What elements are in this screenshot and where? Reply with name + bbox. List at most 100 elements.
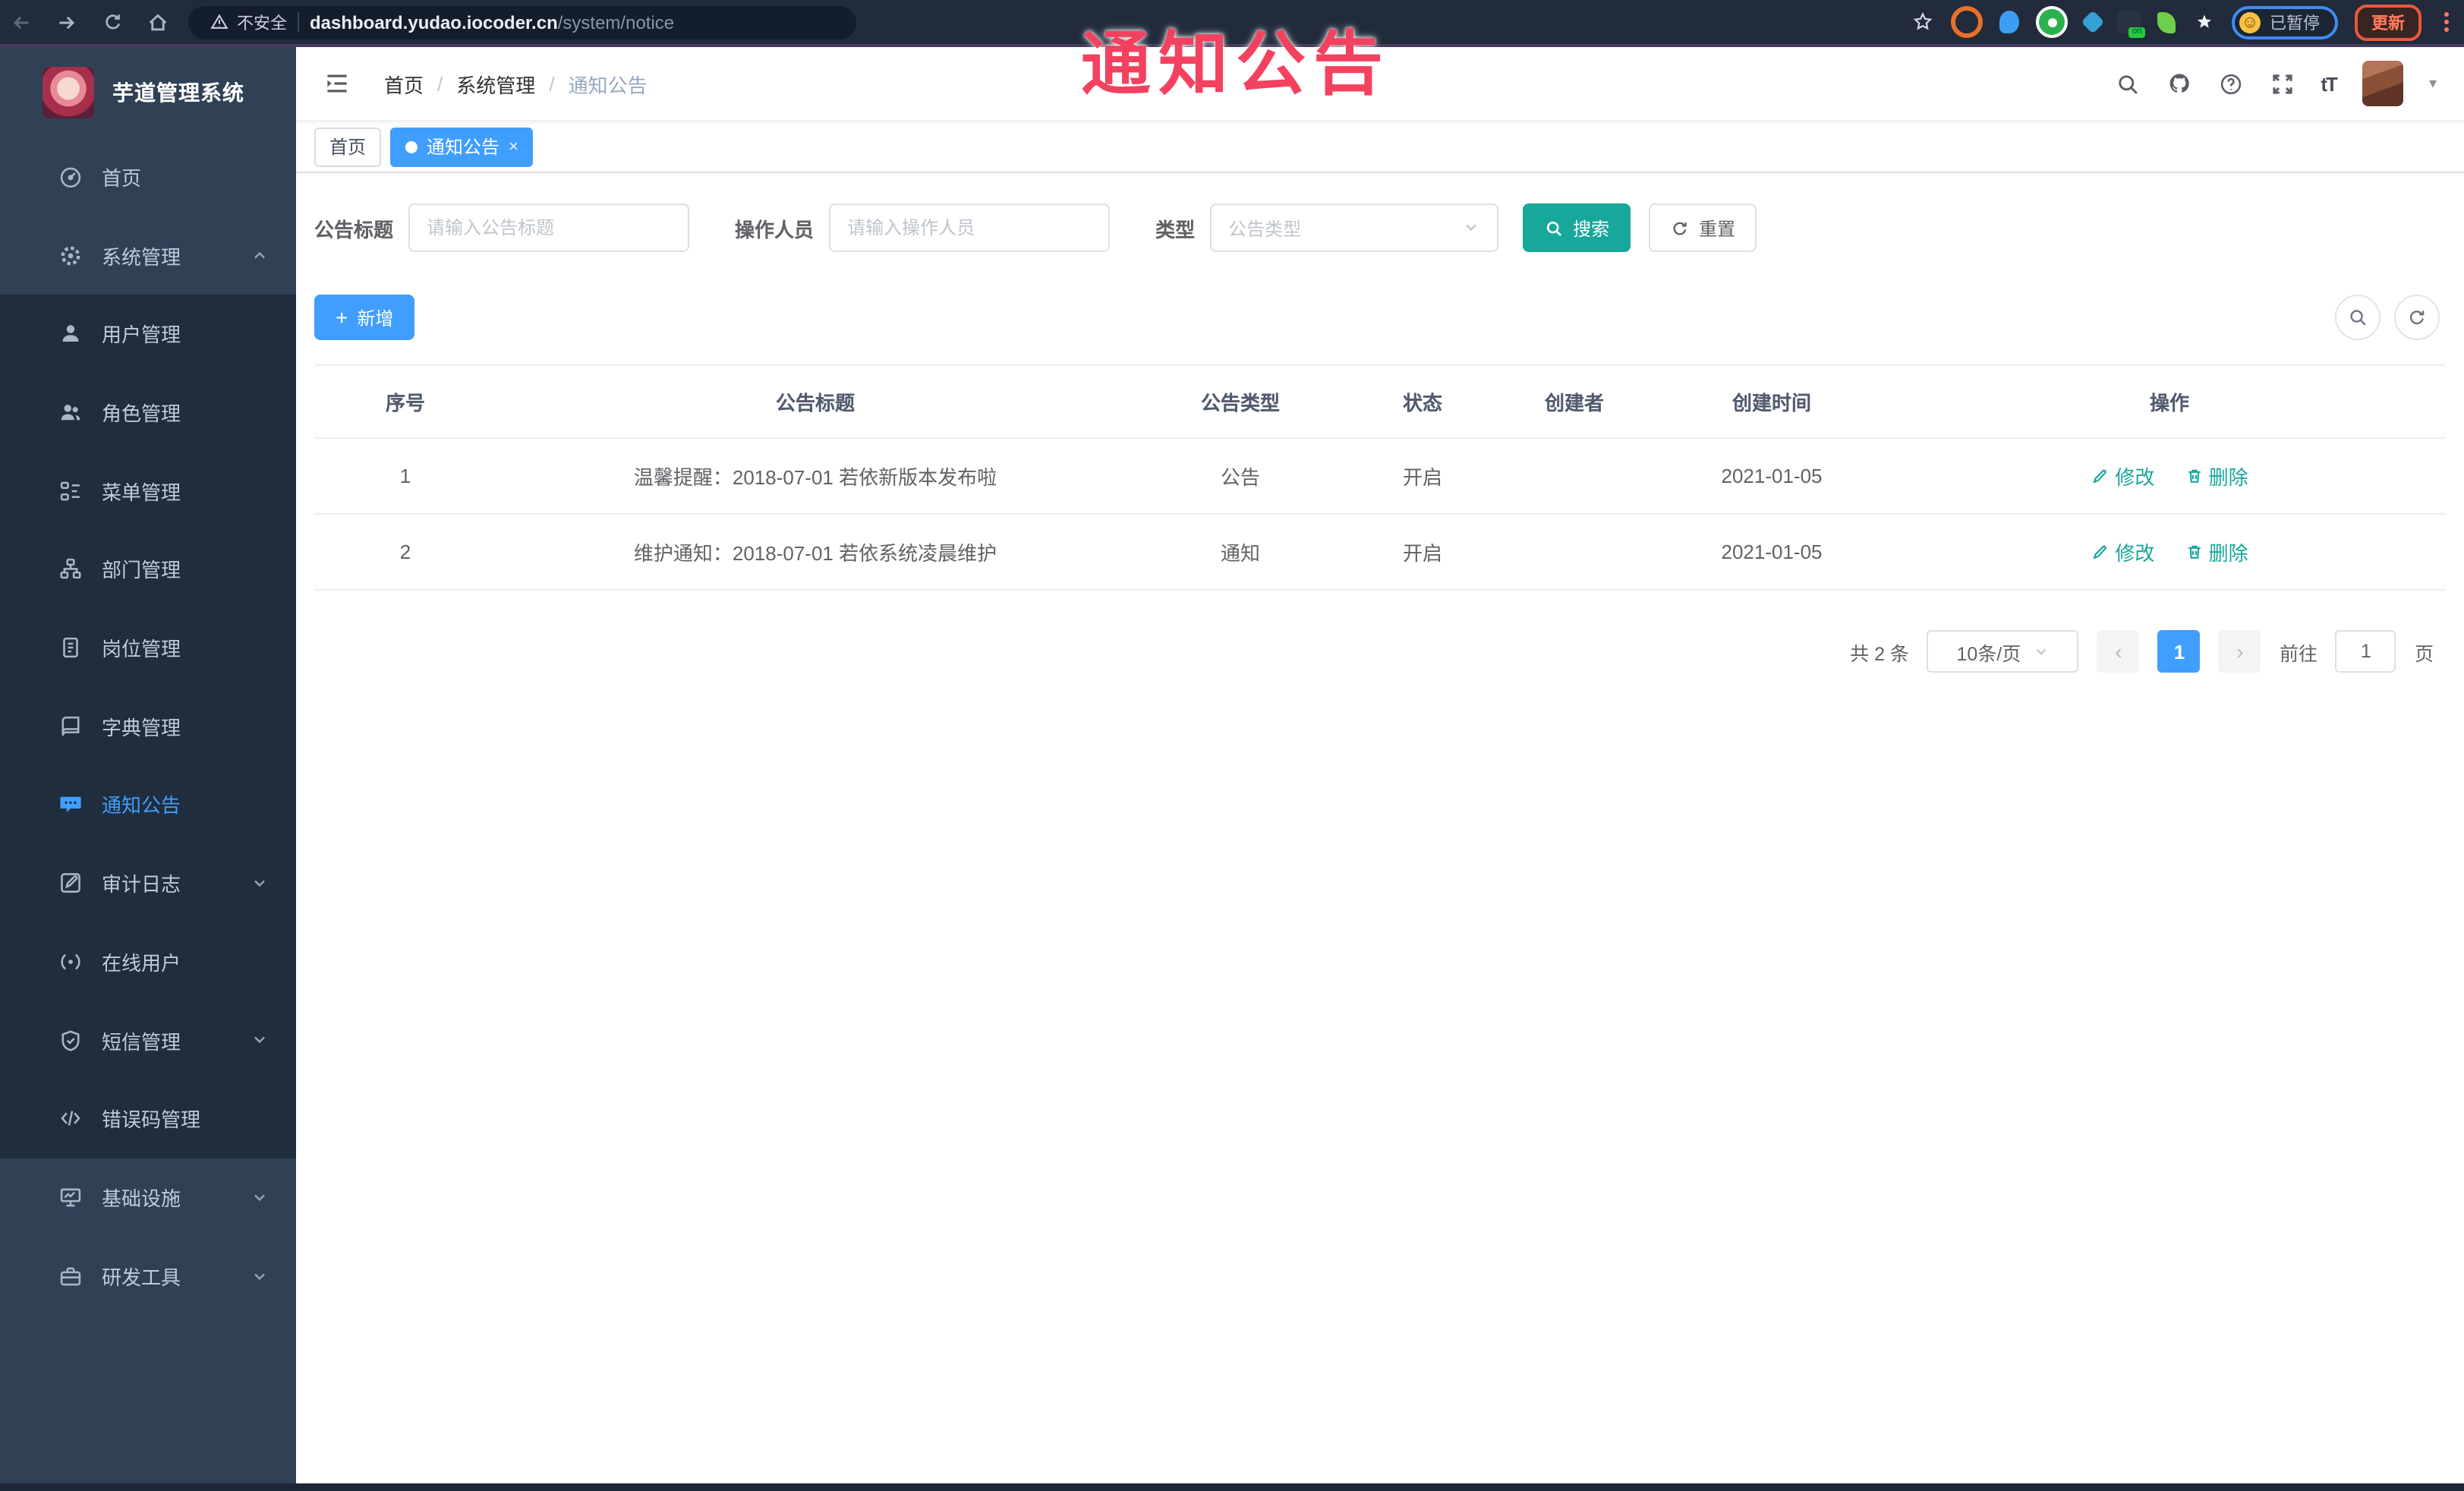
- extension-blue-pin-icon[interactable]: [1999, 11, 2019, 33]
- sidebar-collapse-icon[interactable]: [323, 70, 351, 97]
- edit-link[interactable]: 修改: [2091, 537, 2154, 566]
- tab-label: 首页: [329, 137, 367, 158]
- current-page-button[interactable]: 1: [2157, 630, 2201, 673]
- table-toolbar: + 新增: [314, 295, 2446, 340]
- extension-blue-gem-icon[interactable]: [2081, 10, 2105, 34]
- refresh-icon: [2409, 310, 2425, 325]
- update-label: 更新: [2371, 14, 2405, 33]
- reset-button-label: 重置: [1699, 218, 1736, 239]
- prev-page-button[interactable]: ‹: [2097, 630, 2140, 673]
- sidebar-item-roles[interactable]: 角色管理: [0, 373, 296, 451]
- edit-label: 修改: [2115, 542, 2155, 565]
- breadcrumb-system[interactable]: 系统管理: [456, 69, 535, 98]
- goto-page-input[interactable]: [2335, 630, 2396, 673]
- filter-form: 公告标题 操作人员 类型 公告类型 搜索: [314, 203, 2446, 252]
- browser-menu-icon[interactable]: [2444, 12, 2449, 32]
- forward-icon[interactable]: [55, 10, 79, 34]
- sidebar-item-label: 在线用户: [102, 951, 181, 975]
- cell-status: 开启: [1347, 514, 1498, 591]
- avatar[interactable]: [2362, 61, 2403, 106]
- add-button-label: 新增: [357, 307, 394, 329]
- breadcrumb-home[interactable]: 首页: [384, 69, 424, 98]
- cell-type: 公告: [1134, 438, 1347, 515]
- extension-green-leaf-icon[interactable]: [2157, 11, 2176, 33]
- next-page-button[interactable]: ›: [2218, 630, 2261, 673]
- profile-paused-chip[interactable]: ☺ 已暂停: [2232, 5, 2338, 39]
- help-icon[interactable]: [2217, 71, 2243, 96]
- toolbox-icon: [58, 1263, 83, 1289]
- type-select[interactable]: 公告类型: [1210, 203, 1499, 252]
- sidebar-item-label: 岗位管理: [102, 638, 181, 661]
- plus-icon: +: [336, 304, 348, 329]
- reload-icon[interactable]: [100, 10, 124, 34]
- app-logo-row[interactable]: 芋道管理系统: [0, 47, 296, 137]
- url-text: dashboard.yudao.iocoder.cn/system/notice: [310, 11, 674, 33]
- extension-orange-ring-icon[interactable]: [1951, 6, 1983, 38]
- extension-dark-on-icon[interactable]: on: [2118, 11, 2145, 38]
- sidebar-item-label: 错误码管理: [102, 1108, 201, 1132]
- tab-close-icon[interactable]: ×: [509, 137, 518, 156]
- sidebar-item-audit-log[interactable]: 审计日志: [0, 844, 296, 922]
- add-button[interactable]: + 新增: [314, 295, 415, 340]
- sidebar-item-error-codes[interactable]: 错误码管理: [0, 1080, 296, 1158]
- security-label: 不安全: [237, 14, 287, 33]
- font-size-icon[interactable]: tT: [2321, 72, 2338, 95]
- delete-link[interactable]: 删除: [2185, 537, 2248, 566]
- avatar-caret-icon[interactable]: ▾: [2429, 75, 2437, 92]
- sidebar-item-infrastructure[interactable]: 基础设施: [0, 1158, 296, 1237]
- operator-input[interactable]: [829, 203, 1111, 252]
- search-button[interactable]: 搜索: [1523, 203, 1631, 252]
- main-panel: 首页 / 系统管理 / 通知公告 tT ▾ 首页 通知公告 × 公告标题 请输入…: [296, 47, 2464, 1483]
- table-row[interactable]: 2 维护通知：2018-07-01 若依系统凌晨维护 通知 开启 2021-01…: [314, 514, 2446, 591]
- edit-link[interactable]: 修改: [2091, 462, 2154, 490]
- type-select-placeholder: 公告类型: [1228, 218, 1302, 239]
- sidebar-item-system[interactable]: 系统管理: [0, 216, 296, 295]
- bookmark-star-icon[interactable]: [1910, 10, 1934, 34]
- extension-green-circle-icon[interactable]: [2036, 6, 2068, 38]
- sidebar-item-dict[interactable]: 字典管理: [0, 687, 296, 765]
- page-size-select[interactable]: 10条/页: [1927, 630, 2079, 673]
- sidebar-item-home[interactable]: 首页: [0, 137, 296, 216]
- home-icon[interactable]: [146, 10, 170, 34]
- col-title: 公告标题: [496, 364, 1134, 439]
- back-icon[interactable]: [9, 10, 33, 34]
- operator-label: 操作人员: [735, 218, 815, 241]
- sidebar-item-notice[interactable]: 通知公告: [0, 765, 296, 843]
- browser-update-button[interactable]: 更新: [2355, 4, 2421, 40]
- table-row[interactable]: 1 温馨提醒：2018-07-01 若依新版本发布啦 公告 开启 2021-01…: [314, 438, 2446, 515]
- address-bar[interactable]: 不安全 dashboard.yudao.iocoder.cn/system/no…: [188, 5, 856, 39]
- delete-label: 删除: [2208, 542, 2248, 565]
- refresh-icon: [1673, 221, 1687, 235]
- notice-title-input[interactable]: [408, 203, 690, 252]
- sidebar-item-label: 通知公告: [102, 794, 181, 818]
- security-warning[interactable]: 不安全: [210, 10, 287, 34]
- table-tools: [2335, 295, 2440, 340]
- sidebar-item-posts[interactable]: 岗位管理: [0, 609, 296, 687]
- refresh-table-button[interactable]: [2394, 295, 2440, 340]
- type-label: 类型: [1155, 218, 1196, 241]
- book-icon: [58, 714, 83, 739]
- sidebar-item-dev-tools[interactable]: 研发工具: [0, 1237, 296, 1316]
- github-icon[interactable]: [2166, 71, 2191, 96]
- tab-home[interactable]: 首页: [314, 127, 382, 166]
- sidebar-item-users[interactable]: 用户管理: [0, 295, 296, 373]
- navbar-actions: tT ▾: [2114, 61, 2437, 106]
- sidebar-item-sms[interactable]: 短信管理: [0, 1001, 296, 1079]
- search-icon[interactable]: [2114, 71, 2140, 96]
- reset-button[interactable]: 重置: [1649, 203, 1757, 252]
- cell-time: 2021-01-05: [1650, 438, 1893, 515]
- delete-link[interactable]: 删除: [2185, 462, 2248, 490]
- tab-notice[interactable]: 通知公告 ×: [390, 127, 534, 166]
- org-tree-icon: [58, 556, 83, 582]
- fullscreen-icon[interactable]: [2269, 71, 2295, 96]
- trash-icon: [2188, 545, 2201, 559]
- browser-nav: [9, 10, 170, 34]
- sidebar-item-online-users[interactable]: 在线用户: [0, 922, 296, 1001]
- sidebar-item-departments[interactable]: 部门管理: [0, 530, 296, 608]
- search-icon: [2350, 310, 2366, 326]
- sidebar-item-label: 审计日志: [102, 873, 181, 897]
- chevron-down-icon: [250, 1188, 269, 1206]
- extension-white-flower-icon[interactable]: [2192, 11, 2215, 33]
- show-search-button[interactable]: [2335, 295, 2381, 340]
- sidebar-item-menus[interactable]: 菜单管理: [0, 452, 296, 530]
